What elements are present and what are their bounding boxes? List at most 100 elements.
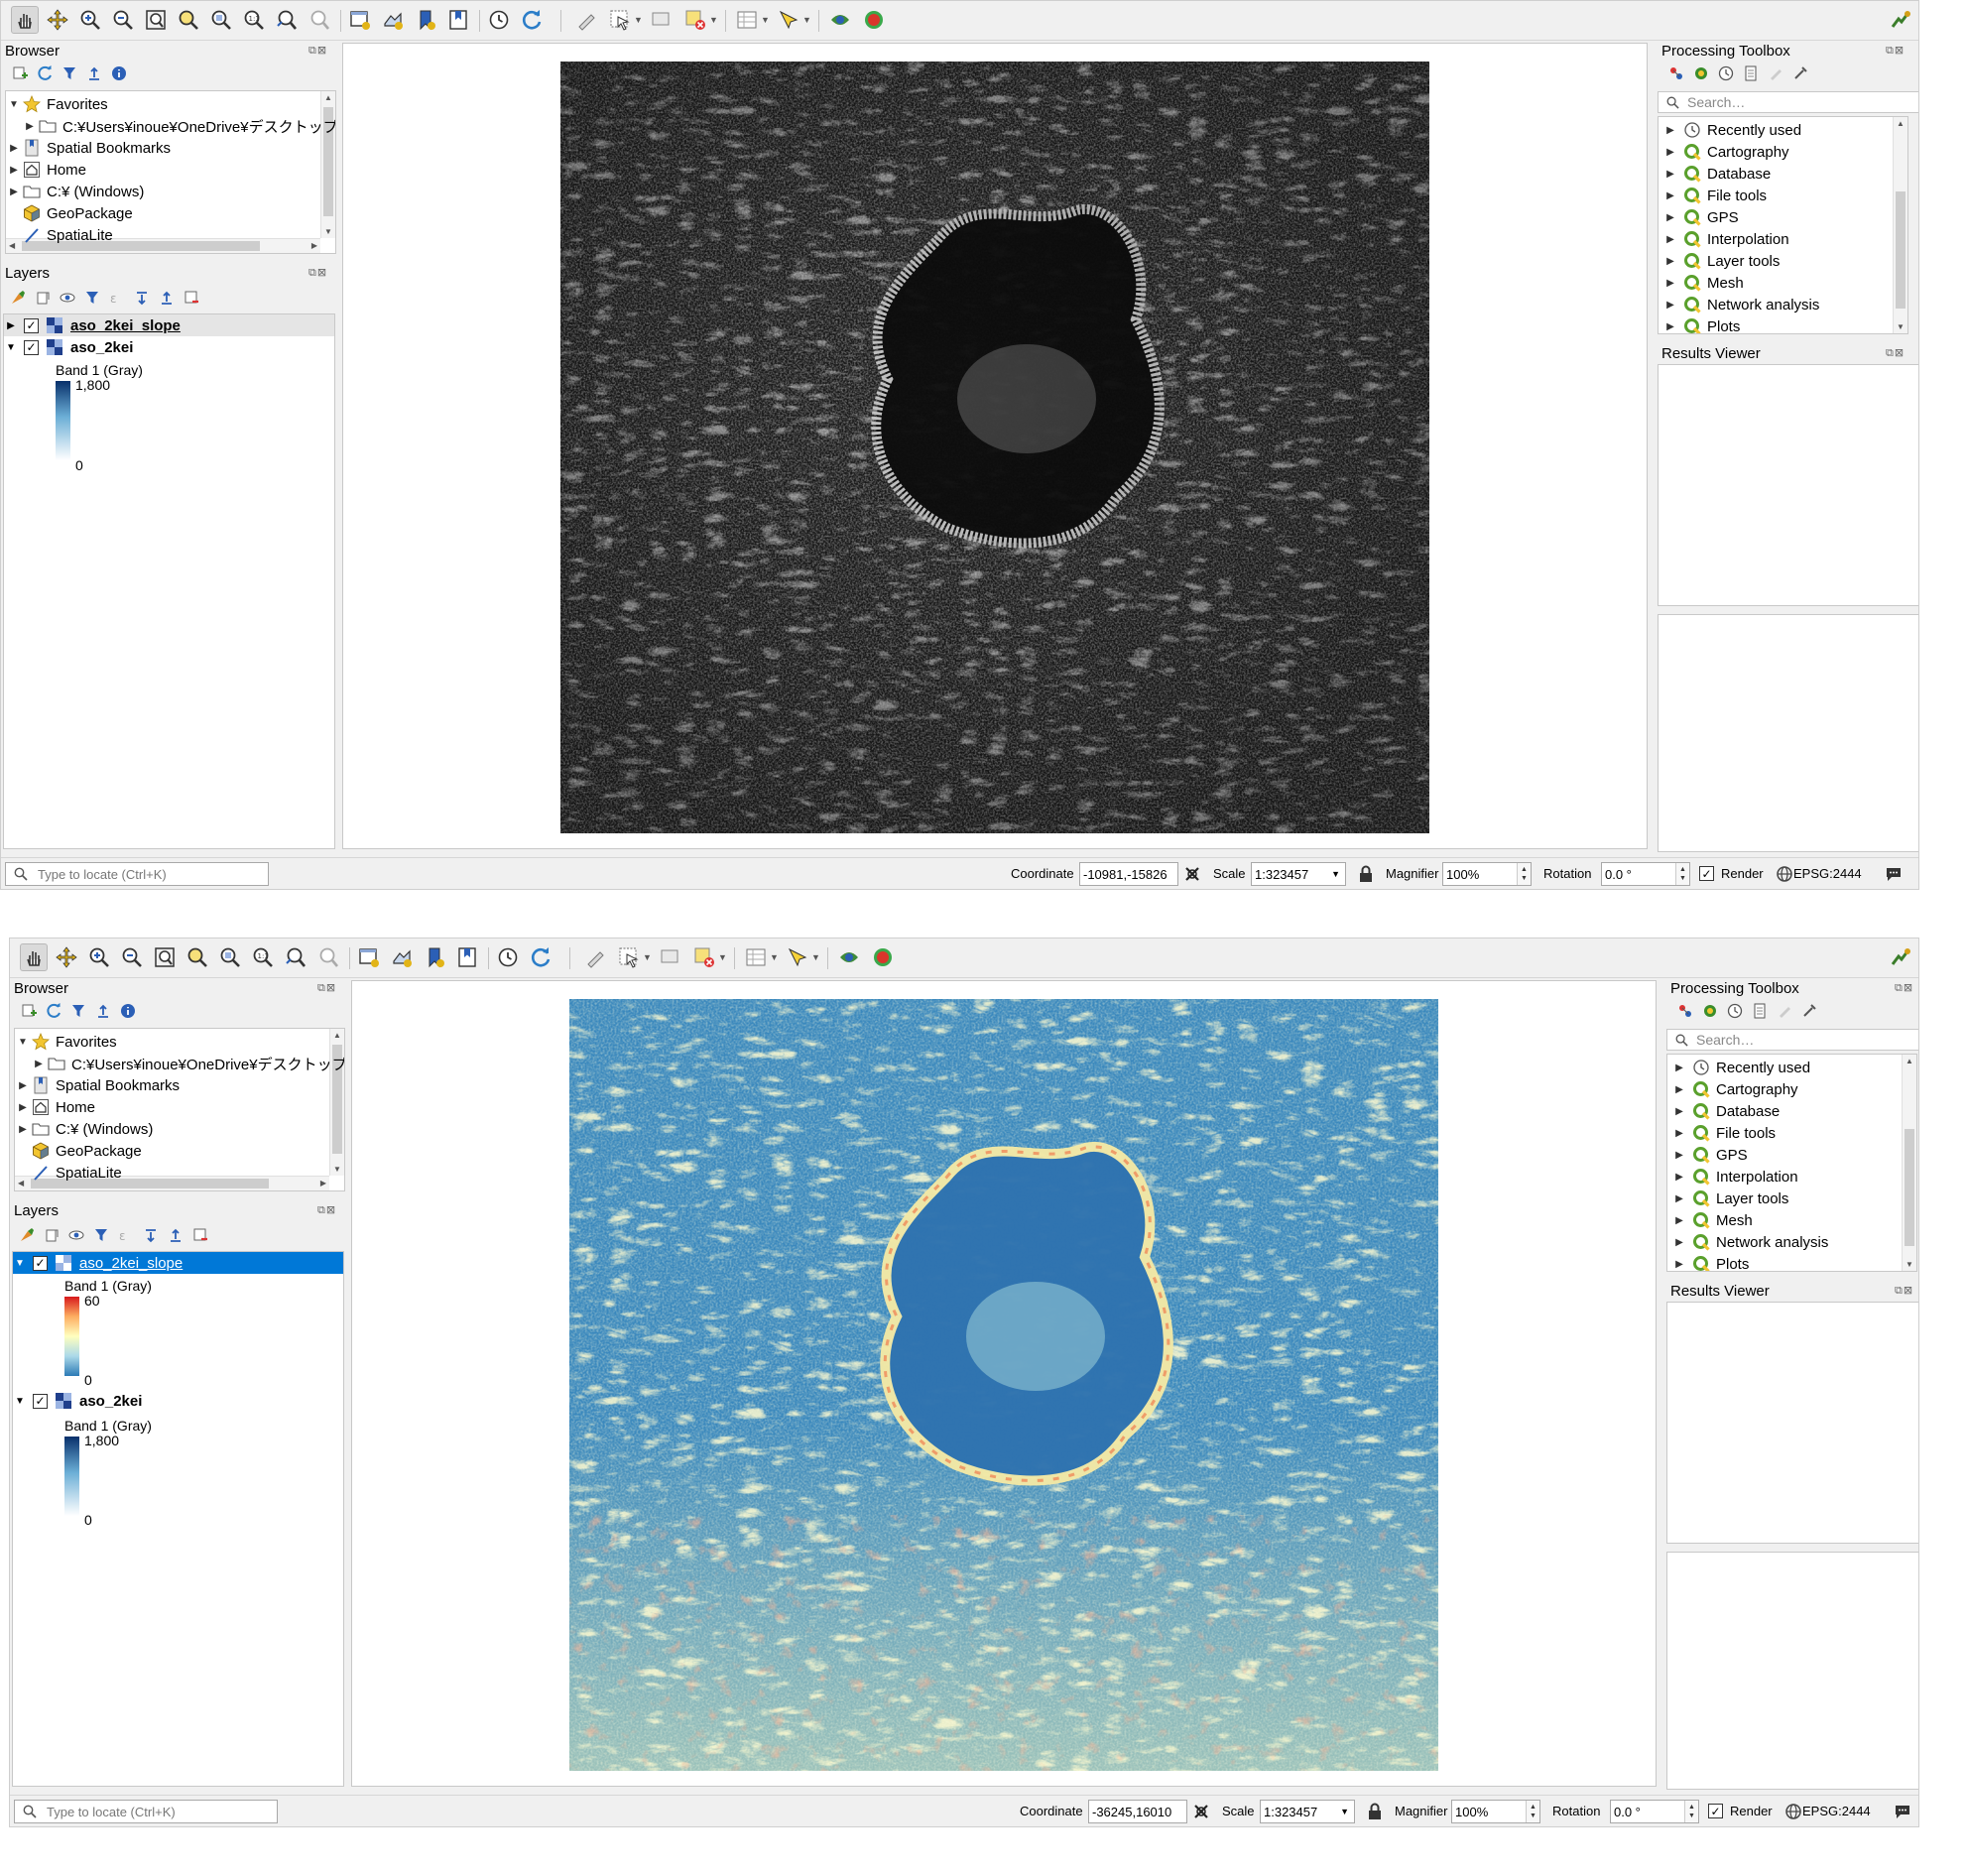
expand-arrow-icon[interactable]: ▶ (1659, 321, 1682, 332)
toolbox-search-input[interactable]: Search… (1666, 1029, 1918, 1051)
layer-visibility-checkbox[interactable]: ✓ (33, 1255, 48, 1271)
browser-item[interactable]: ▶ Spatial Bookmarks (6, 137, 171, 159)
scale-dropdown[interactable]: 1:323457 ▼ (1260, 1800, 1355, 1823)
statistics-icon[interactable] (784, 943, 811, 971)
models-icon[interactable] (1676, 1002, 1694, 1020)
toggle-extents-icon[interactable] (1182, 864, 1202, 884)
toolbox-item[interactable]: ▶ Plots (1667, 1253, 1749, 1271)
expand-arrow-icon[interactable]: ▶ (15, 1102, 31, 1113)
python-script-icon[interactable] (1701, 1002, 1719, 1020)
plugin-icon[interactable] (826, 6, 854, 34)
expand-arrow-icon[interactable]: ▶ (1667, 1063, 1691, 1073)
expression-filter-icon[interactable]: ε (117, 1226, 135, 1244)
info-icon[interactable] (110, 64, 128, 82)
toggle-extents-icon[interactable] (1191, 1802, 1211, 1821)
dropdown-arrow-icon[interactable]: ▼ (718, 952, 727, 962)
new-map-view-icon[interactable] (346, 6, 374, 34)
add-selected-icon[interactable] (20, 1002, 38, 1020)
browser-item[interactable]: ▶ C:¥Users¥inoue¥OneDrive¥デスクトップ (6, 115, 335, 137)
expand-all-icon[interactable] (142, 1226, 160, 1244)
pan-icon[interactable] (20, 943, 48, 971)
python-icon[interactable] (860, 6, 888, 34)
python-icon[interactable] (869, 943, 897, 971)
panel-float-close-icon[interactable]: ⧉⊠ (1886, 44, 1905, 58)
new-bookmark-icon[interactable] (421, 943, 448, 971)
expand-arrow-icon[interactable]: ▶ (15, 1124, 31, 1135)
layer-visibility-checkbox[interactable]: ✓ (24, 339, 39, 355)
refresh-icon[interactable] (518, 6, 546, 34)
browser-item[interactable]: SpatiaLite (15, 1162, 122, 1184)
pan-to-selection-icon[interactable] (44, 6, 71, 34)
expression-filter-icon[interactable]: ε (108, 289, 126, 307)
edit-features-icon[interactable] (1776, 1002, 1793, 1020)
toolbox-item[interactable]: ▶ Interpolation (1659, 228, 1789, 250)
results-icon[interactable] (1742, 64, 1760, 82)
expand-arrow-icon[interactable]: ▼ (6, 99, 22, 110)
zoom-native-icon[interactable]: 1:1 (249, 943, 277, 971)
history-icon[interactable] (1717, 64, 1735, 82)
locator-input[interactable]: Type to locate (Ctrl+K) (5, 862, 269, 886)
plugin-icon[interactable] (1889, 946, 1912, 970)
expand-arrow-icon[interactable]: ▶ (6, 143, 22, 154)
attribute-table-icon[interactable] (733, 6, 761, 34)
toolbox-item[interactable]: ▶ Mesh (1667, 1209, 1753, 1231)
expand-arrow-icon[interactable]: ▶ (1659, 278, 1682, 289)
zoom-last-icon[interactable] (282, 943, 309, 971)
browser-item[interactable]: GeoPackage (15, 1140, 142, 1162)
add-selected-icon[interactable] (11, 64, 29, 82)
layer-visibility-checkbox[interactable]: ✓ (24, 317, 39, 333)
expand-arrow-icon[interactable]: ▶ (1659, 169, 1682, 180)
coordinate-field[interactable]: -36245,16010 (1088, 1800, 1187, 1823)
remove-layer-icon[interactable] (191, 1226, 209, 1244)
select-features-icon[interactable] (606, 6, 634, 34)
toolbox-item[interactable]: ▶ Plots (1659, 315, 1740, 333)
toolbox-item[interactable]: ▶ Recently used (1667, 1057, 1810, 1078)
toolbox-item[interactable]: ▶ Layer tools (1659, 250, 1780, 272)
filter-legend-icon[interactable] (92, 1226, 110, 1244)
panel-float-close-icon[interactable]: ⧉⊠ (1886, 346, 1905, 360)
dropdown-arrow-icon[interactable]: ▼ (802, 15, 811, 25)
toolbox-scrollbar[interactable]: ▲ ▼ (1902, 1055, 1916, 1271)
zoom-to-layer-icon[interactable] (216, 943, 244, 971)
style-icon[interactable] (9, 289, 27, 307)
zoom-native-icon[interactable]: 1:1 (240, 6, 268, 34)
zoom-out-icon[interactable] (109, 6, 137, 34)
dropdown-arrow-icon[interactable]: ▼ (761, 15, 770, 25)
visibility-icon[interactable] (59, 289, 76, 307)
layer-row-slope[interactable]: ▶ ✓ aso_2kei_slope (4, 314, 334, 336)
refresh-icon[interactable] (45, 1002, 62, 1020)
refresh-icon[interactable] (527, 943, 554, 971)
zoom-next-icon[interactable] (306, 6, 333, 34)
crs-label[interactable]: EPSG:2444 (1802, 1804, 1871, 1818)
toolbox-item[interactable]: ▶ GPS (1667, 1144, 1748, 1166)
rotation-spinbox[interactable]: 0.0 ° ▲ ▼ (1610, 1800, 1699, 1823)
python-script-icon[interactable] (1692, 64, 1710, 82)
spinner-icon[interactable]: ▲ ▼ (1684, 1801, 1698, 1822)
dropdown-arrow-icon[interactable]: ▼ (643, 952, 652, 962)
expand-arrow-icon[interactable]: ▶ (6, 187, 22, 197)
add-group-icon[interactable] (43, 1226, 61, 1244)
identify-icon[interactable] (581, 943, 609, 971)
browser-item[interactable]: SpatiaLite (6, 224, 113, 246)
filter-icon[interactable] (69, 1002, 87, 1020)
layer-row-slope[interactable]: ▼ ✓ aso_2kei_slope (13, 1252, 343, 1274)
new-3d-view-icon[interactable] (388, 943, 416, 971)
add-group-icon[interactable] (34, 289, 52, 307)
collapse-icon[interactable] (167, 1226, 184, 1244)
expand-arrow-icon[interactable]: ▶ (15, 1080, 31, 1091)
lock-icon[interactable] (1365, 1802, 1385, 1821)
toolbox-item[interactable]: ▶ Cartography (1659, 141, 1789, 163)
show-bookmarks-icon[interactable] (453, 943, 481, 971)
spinner-icon[interactable]: ▲ ▼ (1526, 1801, 1539, 1822)
zoom-next-icon[interactable] (314, 943, 342, 971)
expand-arrow-icon[interactable]: ▼ (15, 1037, 31, 1048)
show-bookmarks-icon[interactable] (444, 6, 472, 34)
map-canvas[interactable] (342, 43, 1648, 849)
panel-float-close-icon[interactable]: ⧉⊠ (317, 981, 336, 995)
magnifier-spinbox[interactable]: 100% ▲ ▼ (1451, 1800, 1540, 1823)
layer-row-dem[interactable]: ▼ ✓ aso_2kei (13, 1390, 343, 1412)
toolbox-item[interactable]: ▶ Recently used (1659, 119, 1801, 141)
select-features-icon[interactable] (615, 943, 643, 971)
browser-item[interactable]: ▶ Home (6, 159, 86, 181)
collapse-all-icon[interactable] (85, 64, 103, 82)
